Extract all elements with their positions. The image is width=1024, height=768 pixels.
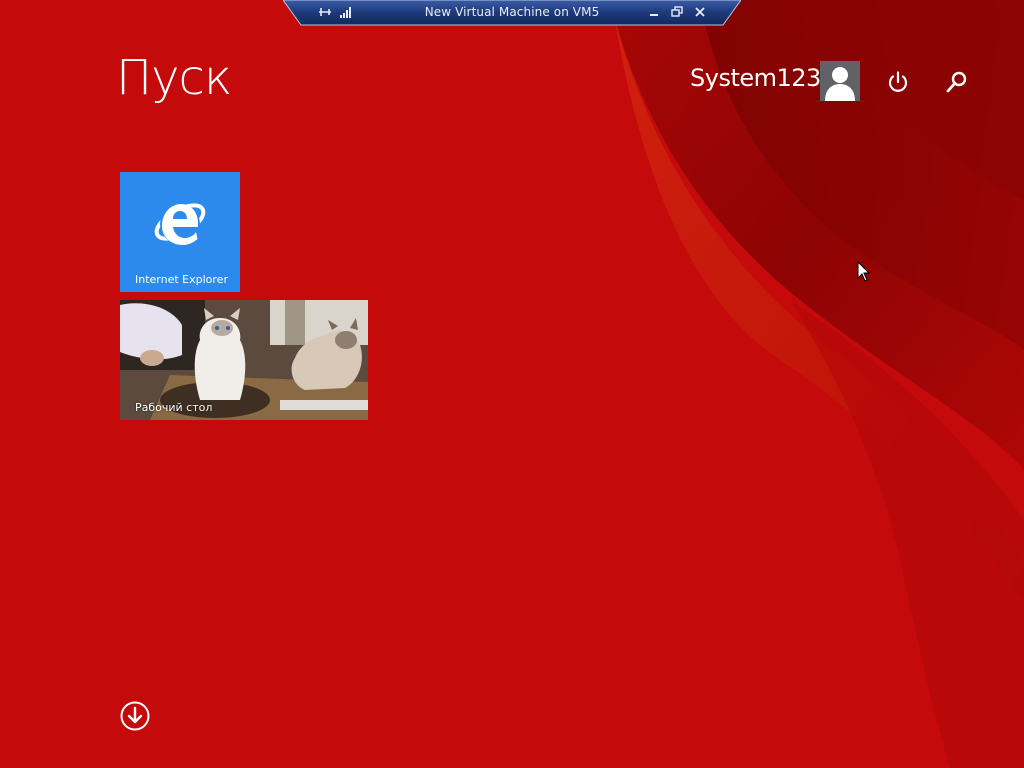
tile-label-desktop: Рабочий стол <box>135 401 213 414</box>
search-icon[interactable] <box>945 70 969 94</box>
tile-internet-explorer[interactable]: Internet Explorer <box>120 172 240 292</box>
vm-connection-bar[interactable]: New Virtual Machine on VM5 <box>283 0 741 26</box>
start-title: Пуск <box>116 50 232 106</box>
close-icon[interactable] <box>693 5 707 19</box>
user-avatar-icon[interactable] <box>820 61 860 101</box>
minimize-icon[interactable] <box>647 5 661 19</box>
tile-desktop[interactable]: Рабочий стол <box>120 300 368 420</box>
tile-label-internet-explorer: Internet Explorer <box>135 273 228 286</box>
user-name[interactable]: System123 <box>690 64 821 92</box>
power-icon[interactable] <box>886 70 910 94</box>
mouse-cursor-icon <box>857 261 871 282</box>
start-screen: New Virtual Machine on VM5 Пуск System12… <box>0 0 1024 768</box>
all-apps-arrow-down-icon[interactable] <box>120 701 150 731</box>
internet-explorer-icon <box>154 203 206 245</box>
restore-icon[interactable] <box>670 5 684 19</box>
